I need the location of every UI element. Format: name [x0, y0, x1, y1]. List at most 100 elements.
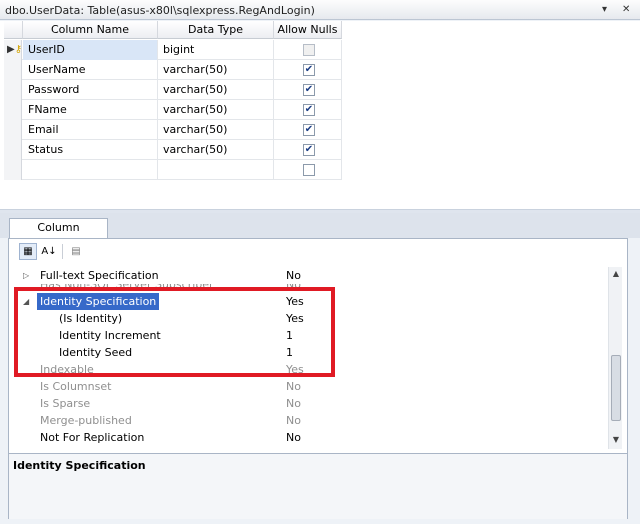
- property-value[interactable]: 1: [286, 344, 293, 361]
- primary-key-icon: ▶⚷: [7, 44, 23, 55]
- scroll-up-icon[interactable]: ▲: [610, 269, 622, 281]
- data-type-cell[interactable]: varchar(50): [158, 120, 274, 140]
- expand-icon[interactable]: ▷: [23, 267, 29, 284]
- data-type-cell[interactable]: varchar(50): [158, 80, 274, 100]
- property-row[interactable]: Merge-published No: [15, 412, 607, 429]
- column-name-cell[interactable]: Password: [23, 80, 158, 100]
- property-name: Full-text Specification: [40, 269, 159, 282]
- table-row[interactable]: Password varchar(50) ✔: [4, 80, 342, 100]
- property-row[interactable]: Has Non-SQL Server Subscriber No: [15, 284, 607, 293]
- property-value[interactable]: Yes: [286, 361, 304, 378]
- property-pages-icon[interactable]: ▤: [67, 243, 85, 260]
- vertical-scrollbar[interactable]: ▲ ▼: [608, 267, 622, 449]
- table-row[interactable]: Status varchar(50) ✔: [4, 140, 342, 160]
- property-value[interactable]: No: [286, 284, 301, 293]
- property-name: Has Non-SQL Server Subscriber: [40, 284, 214, 291]
- property-row[interactable]: Is Sparse No: [15, 395, 607, 412]
- scrollbar-thumb[interactable]: [611, 355, 621, 421]
- property-value[interactable]: No: [286, 429, 301, 446]
- property-value[interactable]: Yes: [286, 293, 304, 310]
- property-name: Is Sparse: [40, 397, 91, 410]
- property-value[interactable]: No: [286, 412, 301, 429]
- property-name: Indexable: [40, 363, 94, 376]
- column-name-cell[interactable]: Status: [23, 140, 158, 160]
- row-selector[interactable]: [4, 120, 22, 140]
- header-column-name[interactable]: Column Name: [23, 21, 158, 39]
- allow-nulls-cell: ✔: [274, 120, 342, 140]
- column-properties-panel: ▦ A↓ ▤ ▷ Full-text Specification No Has …: [8, 238, 628, 519]
- allow-nulls-checkbox[interactable]: ✔: [303, 64, 315, 76]
- data-type-cell[interactable]: varchar(50): [158, 60, 274, 80]
- column-name-cell[interactable]: UserName: [23, 60, 158, 80]
- table-row[interactable]: Email varchar(50) ✔: [4, 120, 342, 140]
- property-row[interactable]: Not For Replication No: [15, 429, 607, 446]
- properties-toolbar: ▦ A↓ ▤: [9, 239, 627, 263]
- property-row[interactable]: Identity Increment 1: [15, 327, 607, 344]
- property-row[interactable]: Indexable Yes: [15, 361, 607, 378]
- description-title: Identity Specification: [13, 459, 146, 472]
- property-name: Not For Replication: [40, 431, 145, 444]
- data-type-cell[interactable]: [158, 160, 274, 180]
- property-value[interactable]: No: [286, 267, 301, 284]
- property-name: Is Columnset: [40, 380, 112, 393]
- header-allow-nulls[interactable]: Allow Nulls: [274, 21, 342, 39]
- column-name-cell[interactable]: FName: [23, 100, 158, 120]
- property-name: (Is Identity): [59, 312, 123, 325]
- properties-tabstrip: Column Properties: [0, 213, 640, 252]
- allow-nulls-cell: ✔: [274, 100, 342, 120]
- property-row[interactable]: ▷ Full-text Specification No: [15, 267, 607, 284]
- close-icon[interactable]: ✕: [622, 4, 630, 15]
- scroll-down-icon[interactable]: ▼: [610, 435, 622, 447]
- tab-column-properties[interactable]: Column Properties: [9, 218, 108, 252]
- property-grid: ▷ Full-text Specification No Has Non-SQL…: [15, 267, 607, 449]
- document-title[interactable]: dbo.UserData: Table(asus-x80l\sqlexpress…: [5, 4, 315, 17]
- allow-nulls-cell: ✔: [274, 140, 342, 160]
- header-data-type[interactable]: Data Type: [158, 21, 274, 39]
- row-selector[interactable]: [4, 160, 22, 180]
- property-name: Identity Specification: [37, 293, 160, 310]
- property-row[interactable]: Is Columnset No: [15, 378, 607, 395]
- categorized-icon[interactable]: ▦: [19, 243, 37, 260]
- data-type-cell[interactable]: varchar(50): [158, 100, 274, 120]
- toolbar-separator: [62, 244, 63, 259]
- property-row-selected[interactable]: ◢ Identity Specification Yes: [15, 293, 607, 310]
- property-name: Identity Seed: [59, 346, 133, 359]
- data-type-cell[interactable]: varchar(50): [158, 140, 274, 160]
- alphabetical-sort-icon[interactable]: A↓: [40, 243, 58, 260]
- row-selector[interactable]: [4, 140, 22, 160]
- row-selector[interactable]: [4, 60, 22, 80]
- collapse-icon[interactable]: ◢: [23, 293, 29, 310]
- column-name-cell[interactable]: Email: [23, 120, 158, 140]
- allow-nulls-checkbox[interactable]: ✔: [303, 144, 315, 156]
- property-name: Identity Increment: [59, 329, 161, 342]
- allow-nulls-cell: [274, 40, 342, 60]
- property-value[interactable]: No: [286, 395, 301, 412]
- allow-nulls-checkbox[interactable]: ✔: [303, 124, 315, 136]
- property-row[interactable]: (Is Identity) Yes: [15, 310, 607, 327]
- table-row-new[interactable]: [4, 160, 342, 180]
- column-name-cell[interactable]: UserID: [23, 40, 158, 60]
- column-name-cell[interactable]: [23, 160, 158, 180]
- property-row[interactable]: Identity Seed 1: [15, 344, 607, 361]
- row-selector[interactable]: [4, 100, 22, 120]
- table-row[interactable]: FName varchar(50) ✔: [4, 100, 342, 120]
- dropdown-icon[interactable]: ▾: [602, 4, 607, 15]
- row-selector-header: [4, 21, 23, 39]
- allow-nulls-checkbox[interactable]: ✔: [303, 84, 315, 96]
- table-row[interactable]: ▶⚷ UserID bigint: [4, 40, 342, 60]
- allow-nulls-cell: [274, 160, 342, 180]
- row-selector[interactable]: [4, 80, 22, 100]
- property-value[interactable]: 1: [286, 327, 293, 344]
- table-designer-grid-area: Column Name Data Type Allow Nulls ▶⚷ Use…: [0, 21, 640, 209]
- allow-nulls-checkbox[interactable]: ✔: [303, 104, 315, 116]
- allow-nulls-checkbox[interactable]: [303, 164, 315, 176]
- document-tab-bar: dbo.UserData: Table(asus-x80l\sqlexpress…: [0, 0, 640, 20]
- table-row[interactable]: UserName varchar(50) ✔: [4, 60, 342, 80]
- property-value[interactable]: Yes: [286, 310, 304, 327]
- property-name: Merge-published: [40, 414, 132, 427]
- property-value[interactable]: No: [286, 378, 301, 395]
- row-selector[interactable]: ▶⚷: [4, 40, 22, 60]
- allow-nulls-checkbox[interactable]: [303, 44, 315, 56]
- data-type-cell[interactable]: bigint: [158, 40, 274, 60]
- allow-nulls-cell: ✔: [274, 80, 342, 100]
